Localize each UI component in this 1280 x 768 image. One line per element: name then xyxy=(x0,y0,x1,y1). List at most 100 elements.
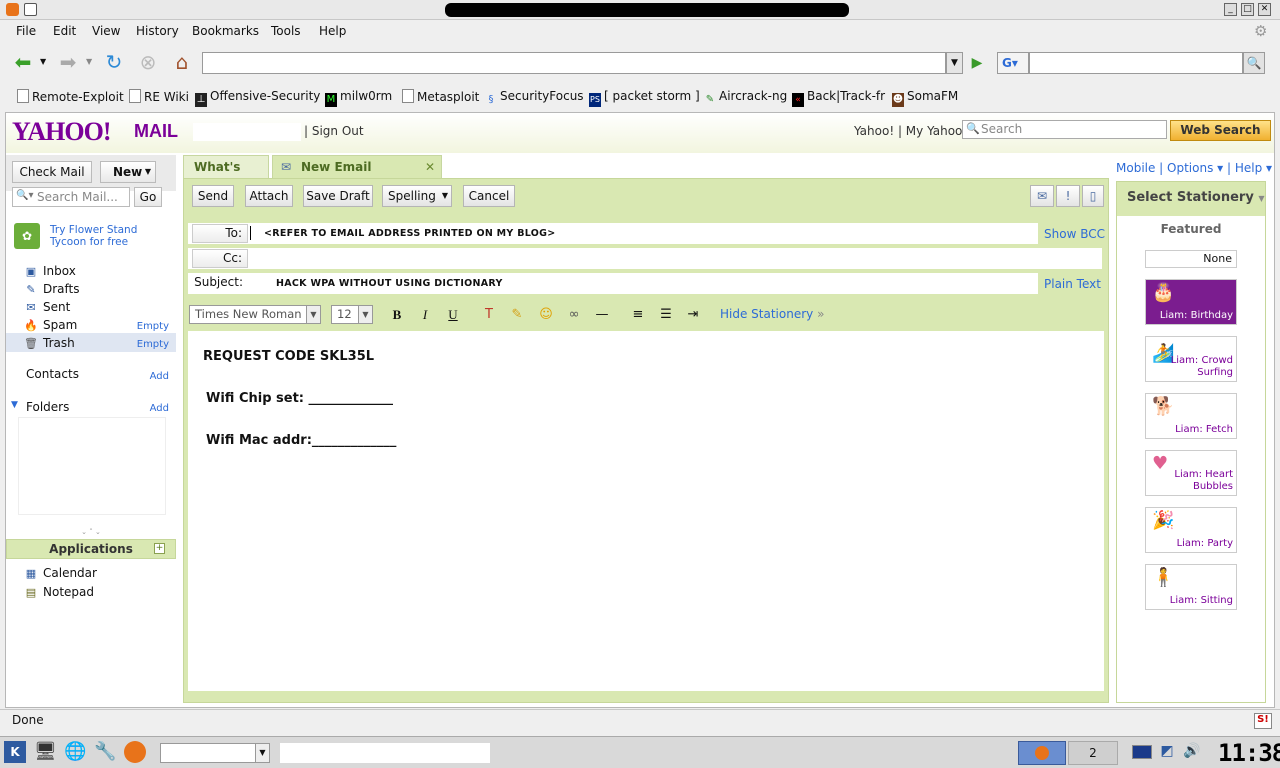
network-icon[interactable]: 🌐 xyxy=(64,741,86,763)
minimize-button[interactable]: _ xyxy=(1224,3,1237,16)
indent-icon[interactable]: ⇥ xyxy=(683,305,703,325)
bookmark-backtrack-fr[interactable]: «Back|Track-fr xyxy=(792,89,885,107)
stationery-fetch[interactable]: 🐕 Liam: Fetch xyxy=(1145,393,1237,439)
bookmark-packet-storm[interactable]: PS[ packet storm ] xyxy=(589,89,700,107)
stationery-sitting[interactable]: 🧍 Liam: Sitting xyxy=(1145,564,1237,610)
add-folder-link[interactable]: Add xyxy=(150,403,169,414)
message-body-editor[interactable]: REQUEST CODE SKL35L Wifi Chip set: _____… xyxy=(188,331,1104,691)
tab-whats-new[interactable]: What's New xyxy=(183,155,269,196)
emoticon-icon[interactable]: ☺ xyxy=(536,305,556,325)
chevron-down-icon[interactable]: ▼ xyxy=(306,306,320,323)
underline-icon[interactable]: U xyxy=(443,305,463,325)
yahoo-search-input[interactable]: Search xyxy=(962,120,1167,139)
folder-drafts[interactable]: ✎ Drafts xyxy=(24,281,79,298)
bookmark-offensive-security[interactable]: ⊥ Offensive-Security xyxy=(195,89,320,107)
back-dropdown-icon[interactable]: ▼ xyxy=(40,57,46,66)
us-flag-icon[interactable] xyxy=(1132,745,1152,759)
size-select[interactable]: 12 ▼ xyxy=(331,305,373,324)
folder-sent[interactable]: ✉ Sent xyxy=(24,299,70,316)
bookmark-aircrack-ng[interactable]: ✎ Aircrack-ng xyxy=(704,89,787,107)
bold-icon[interactable]: B xyxy=(387,305,407,325)
font-color-icon[interactable]: T xyxy=(479,305,499,325)
window-menu-icon[interactable] xyxy=(24,3,37,16)
stop-icon[interactable]: ⊗ xyxy=(135,51,161,75)
menu-history[interactable]: History xyxy=(136,24,179,38)
send-button[interactable]: Send xyxy=(192,185,234,207)
hide-stationery-link[interactable]: Hide Stationery » xyxy=(720,307,824,321)
bookmark-somafm[interactable]: ☻ SomaFM xyxy=(892,89,958,107)
cancel-button[interactable]: Cancel xyxy=(463,185,515,207)
menu-file[interactable]: File xyxy=(16,24,36,38)
show-bcc-link[interactable]: Show BCC xyxy=(1044,227,1105,241)
spelling-button[interactable]: Spelling ▼ xyxy=(382,185,452,207)
firefox-task-button[interactable] xyxy=(1018,741,1066,765)
bookmark-metasploit[interactable]: Metasploit xyxy=(402,89,479,107)
network-tray-icon[interactable]: ◩ xyxy=(1156,743,1178,761)
go-icon[interactable]: ▶ xyxy=(966,52,988,74)
stationery-heart-bubbles[interactable]: ♥ Liam: Heart Bubbles xyxy=(1145,450,1237,496)
menu-tools[interactable]: Tools xyxy=(271,24,301,38)
italic-icon[interactable]: I xyxy=(415,305,435,325)
reload-icon[interactable]: ↻ xyxy=(101,51,127,75)
to-label[interactable]: To: xyxy=(192,224,248,243)
menu-view[interactable]: View xyxy=(92,24,120,38)
folder-inbox[interactable]: ▣ Inbox xyxy=(24,263,76,280)
empty-trash-link[interactable]: Empty xyxy=(137,339,169,350)
menu-bookmarks[interactable]: Bookmarks xyxy=(192,24,259,38)
close-window-button[interactable]: ✕ xyxy=(1258,3,1271,16)
menu-help[interactable]: Help xyxy=(319,24,346,38)
bookmark-milw0rm[interactable]: Mmilw0rm xyxy=(325,89,392,107)
close-tab-icon[interactable]: ✕ xyxy=(425,156,435,178)
im-mode-icon[interactable]: ! xyxy=(1056,185,1080,207)
browser-search-icon[interactable]: 🔍 xyxy=(1243,52,1265,74)
go-button[interactable]: Go xyxy=(134,187,162,207)
bookmark-re-wiki[interactable]: RE Wiki xyxy=(129,89,189,107)
save-draft-button[interactable]: Save Draft xyxy=(303,185,373,207)
folder-trash[interactable]: 🗑 Trash xyxy=(24,335,75,352)
subject-field[interactable]: HACK WPA WITHOUT USING DICTIONARY xyxy=(276,278,503,289)
chevron-down-icon[interactable]: ▼ xyxy=(442,186,448,206)
empty-spam-link[interactable]: Empty xyxy=(137,321,169,332)
horizontal-rule-icon[interactable]: — xyxy=(592,305,612,325)
bullet-list-icon[interactable]: ☰ xyxy=(656,305,676,325)
add-application-icon[interactable]: + xyxy=(154,543,165,554)
promo-link[interactable]: Try Flower Stand Tycoon for free xyxy=(50,224,160,248)
sign-out-link[interactable]: | Sign Out xyxy=(304,124,364,138)
url-dropdown-icon[interactable]: ▼ xyxy=(946,52,963,74)
check-mail-button[interactable]: Check Mail xyxy=(12,161,92,183)
forward-dropdown-icon[interactable]: ▼ xyxy=(86,57,92,66)
forward-icon[interactable]: ➡ xyxy=(55,51,81,75)
desktop-icon[interactable]: 🖥 xyxy=(34,741,57,763)
stationery-crowd-surfing[interactable]: 🏄 Liam: Crowd Surfing xyxy=(1145,336,1237,382)
yahoo-logo[interactable]: YAHOO! xyxy=(12,117,111,147)
link-icon[interactable]: ∞ xyxy=(564,305,584,325)
top-right-links[interactable]: Mobile | Options ▾ | Help ▾ xyxy=(1116,161,1272,175)
cc-label[interactable]: Cc: xyxy=(192,249,248,268)
add-contact-link[interactable]: Add xyxy=(150,371,169,382)
stationery-party[interactable]: 🎉 Liam: Party xyxy=(1145,507,1237,553)
email-mode-icon[interactable]: ✉ xyxy=(1030,185,1054,207)
folder-spam[interactable]: 🔥 Spam xyxy=(24,317,77,334)
app-notepad[interactable]: ▤ Notepad xyxy=(24,584,94,601)
bookmark-remote-exploit[interactable]: Remote-Exploit xyxy=(17,89,124,107)
plain-text-link[interactable]: Plain Text xyxy=(1044,277,1101,291)
app-calendar[interactable]: ▦ Calendar xyxy=(24,565,97,582)
sms-mode-icon[interactable]: ▯ xyxy=(1082,185,1104,207)
flower-stand-icon[interactable]: ✿ xyxy=(14,223,40,249)
web-search-button[interactable]: Web Search xyxy=(1170,120,1271,141)
back-icon[interactable]: ⬅ xyxy=(10,51,36,75)
stationery-birthday[interactable]: 🎂 Liam: Birthday xyxy=(1145,279,1237,325)
maximize-button[interactable]: □ xyxy=(1241,3,1254,16)
desktop-pager[interactable]: 2 xyxy=(1068,741,1118,765)
stationery-none[interactable]: None xyxy=(1145,250,1237,268)
resize-handle[interactable]: ⌄ ˄ ⌄ xyxy=(6,529,176,536)
folders-collapse-icon[interactable]: ▼ xyxy=(11,400,18,410)
search-engine-icon[interactable]: G▾ xyxy=(997,52,1029,74)
font-select[interactable]: Times New Roman ▼ xyxy=(189,305,321,324)
tab-new-email[interactable]: ✉ New Email Message ✕ xyxy=(272,155,442,196)
home-icon[interactable]: ⌂ xyxy=(169,51,195,75)
new-button[interactable]: New ▼ xyxy=(100,161,156,183)
menu-edit[interactable]: Edit xyxy=(53,24,76,38)
to-field[interactable]: <REFER TO EMAIL ADDRESS PRINTED ON MY BL… xyxy=(264,228,556,239)
highlight-icon[interactable]: ✎ xyxy=(507,305,527,325)
